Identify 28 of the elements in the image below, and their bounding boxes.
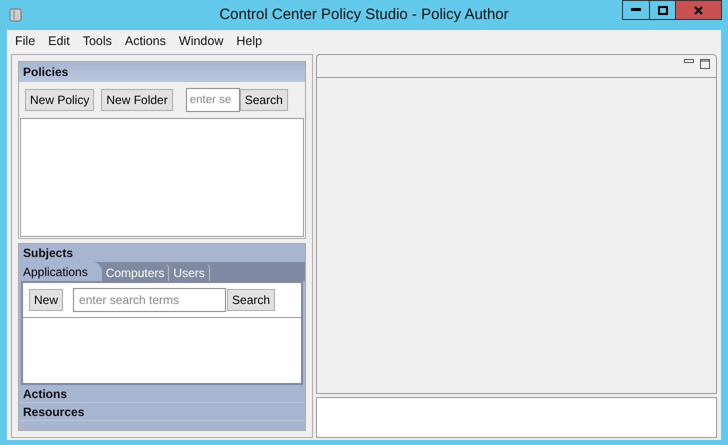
window-title: Control Center Policy Studio - Policy Author	[218, 4, 510, 25]
app-icon	[8, 7, 24, 23]
toolbar-button[interactable]: New Folder	[101, 89, 173, 111]
section-header[interactable]: Actions	[19, 385, 305, 403]
search-button[interactable]: Search	[227, 289, 276, 311]
minimize-icon[interactable]	[684, 59, 694, 64]
toolbar-button[interactable]: New Policy	[25, 89, 94, 111]
minimize-button[interactable]	[622, 0, 649, 20]
panel-header: Subjects	[22, 245, 74, 262]
maximize-button[interactable]	[649, 0, 676, 20]
search-field[interactable]: enter se	[186, 88, 240, 112]
new-button[interactable]: New	[29, 289, 64, 311]
close-icon	[694, 6, 703, 14]
search-field[interactable]: enter search terms	[73, 288, 226, 312]
menu-item[interactable]: Actions	[124, 32, 166, 50]
search-button[interactable]: Search	[240, 89, 288, 111]
tab[interactable]: Applications	[19, 262, 102, 281]
close-button[interactable]	[676, 0, 722, 20]
maximize-icon	[658, 6, 668, 14]
minimize-icon	[631, 8, 641, 12]
section-header[interactable]: Resources	[19, 403, 305, 421]
maximize-icon[interactable]	[700, 59, 710, 69]
panel-header: Policies	[19, 62, 305, 82]
menu-item[interactable]: Tools	[82, 32, 112, 50]
menu-item[interactable]: Window	[178, 32, 224, 50]
menu-item[interactable]: Edit	[48, 32, 70, 50]
menu-item[interactable]: File	[15, 32, 36, 50]
menu-item[interactable]: Help	[236, 32, 262, 50]
